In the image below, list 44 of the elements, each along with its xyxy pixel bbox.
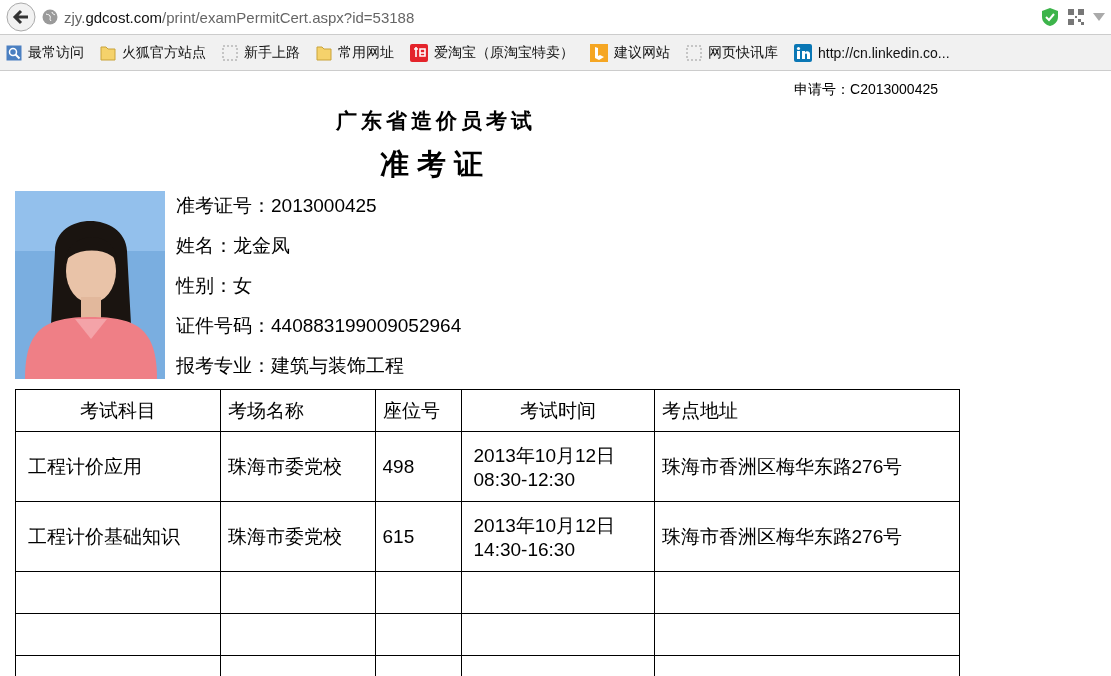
bookmark-link[interactable]: http://cn.linkedin.co...: [794, 43, 950, 62]
field-text: 姓名：龙金凤: [176, 234, 291, 258]
bookmark-link[interactable]: 网页快讯库: [686, 43, 778, 62]
table-cell: 珠海市香洲区梅华东路276号: [654, 431, 960, 502]
field-text: 准考证号：2013000425: [176, 194, 378, 218]
shield-icon[interactable]: [1041, 7, 1059, 27]
column-header: 考场名称: [220, 389, 376, 432]
permit-title: 准考证: [380, 147, 491, 182]
field-text: 性别：女: [176, 274, 253, 298]
table-cell: 珠海市委党校: [220, 501, 376, 572]
globe-icon: [42, 9, 58, 25]
table-cell: 2013年10月12日 08:30-12:30: [461, 431, 654, 502]
table-cell: 498: [375, 431, 462, 502]
folder-icon: [316, 44, 332, 61]
qr-code-icon[interactable]: [1067, 8, 1085, 26]
table-cell: 工程计价基础知识: [15, 501, 221, 572]
page-icon: [686, 44, 702, 61]
folder-icon: [100, 44, 116, 61]
bookmark-link[interactable]: 爱淘宝（原淘宝特卖）: [410, 43, 574, 62]
bookmark-link[interactable]: 最常访问: [6, 43, 84, 62]
column-header: 座位号: [375, 389, 462, 432]
table-cell: 615: [375, 501, 462, 572]
field-text: 证件号码：440883199009052964: [176, 314, 462, 338]
bookmark-link[interactable]: 常用网址: [316, 43, 394, 62]
bookmark-link[interactable]: 火狐官方站点: [100, 43, 206, 62]
bookmark-link[interactable]: 建议网站: [590, 43, 670, 62]
table-cell: 珠海市委党校: [220, 431, 376, 502]
bing-icon: [590, 43, 608, 62]
table-cell: 2013年10月12日 14:30-16:30: [461, 501, 654, 572]
back-button[interactable]: [6, 2, 36, 32]
application-number: 申请号：C2013000425: [794, 81, 938, 99]
linkedin-icon: [794, 43, 812, 62]
column-header: 考试时间: [461, 389, 654, 432]
column-header: 考试科目: [15, 389, 221, 432]
dropdown-icon[interactable]: [1093, 13, 1105, 21]
bookmark-link[interactable]: 新手上路: [222, 43, 300, 62]
table-cell: 珠海市香洲区梅华东路276号: [654, 501, 960, 572]
url-field[interactable]: zjy.gdcost.com/print/examPermitCert.aspx?id=53188: [64, 8, 415, 26]
field-text: 报考专业：建筑与装饰工程: [176, 354, 405, 378]
page-icon: [222, 44, 238, 61]
exam-heading: 广东省造价员考试: [335, 108, 536, 134]
bookmark-list-icon: [6, 44, 22, 61]
table-cell: 工程计价应用: [15, 431, 221, 502]
column-header: 考点地址: [654, 389, 960, 432]
